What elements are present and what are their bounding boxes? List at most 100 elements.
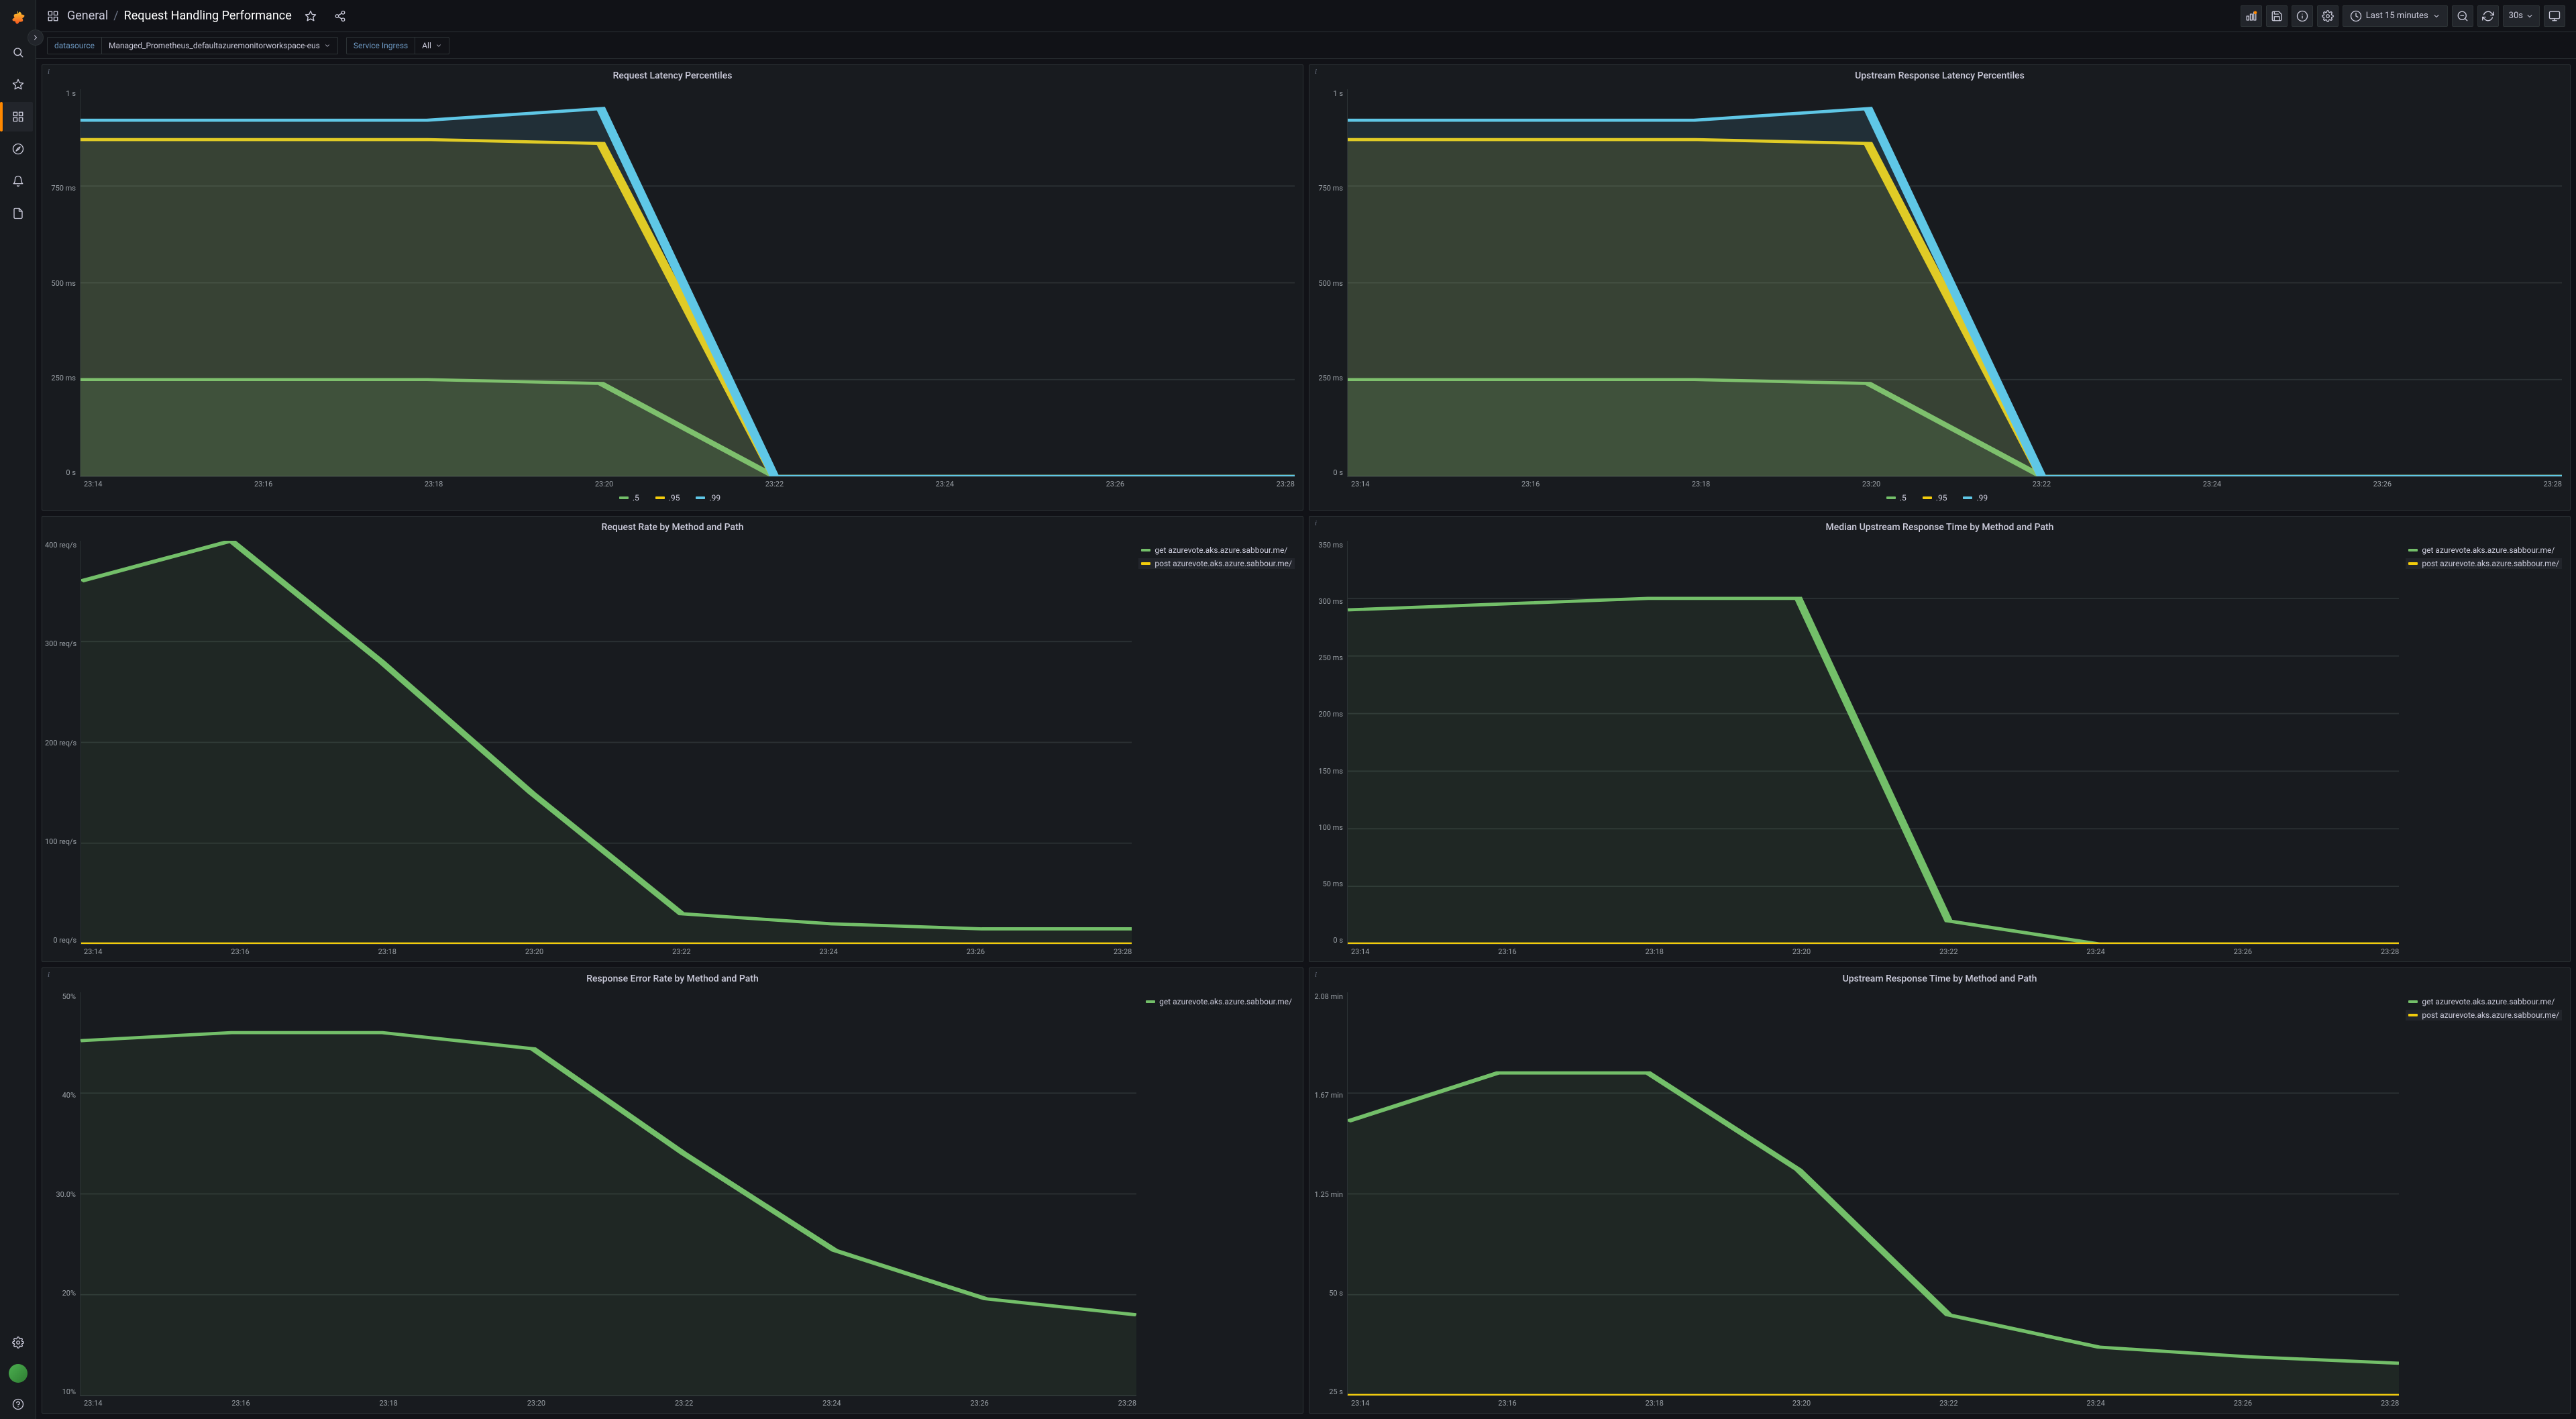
refresh-interval-picker[interactable]: 30s (2503, 5, 2540, 27)
panel-title[interactable]: Request Rate by Method and Path (42, 517, 1303, 538)
nav-explore[interactable] (3, 134, 33, 164)
legend-item[interactable]: .99 (693, 492, 723, 503)
panel-body: 400 req/s300 req/s200 req/s100 req/s0 re… (42, 538, 1303, 961)
legend-item[interactable]: .99 (1960, 492, 1990, 503)
var-datasource-label: datasource (47, 37, 101, 54)
legend-item[interactable]: get azurevote.aks.azure.sabbour.me/ (2406, 996, 2562, 1007)
legend: get azurevote.aks.azure.sabbour.me/ (1136, 992, 1295, 1408)
legend-item[interactable]: get azurevote.aks.azure.sabbour.me/ (1138, 545, 1295, 556)
add-panel-button[interactable] (2241, 5, 2262, 27)
y-axis: 1 s750 ms500 ms250 ms0 s (45, 89, 80, 477)
plot-area[interactable] (80, 89, 1295, 477)
x-axis: 23:1423:1623:1823:2023:2223:2423:2623:28 (45, 945, 1132, 956)
plot-area[interactable] (1347, 89, 2562, 477)
star-dashboard-button[interactable] (300, 5, 321, 27)
chevron-down-icon (2526, 12, 2534, 20)
time-range-label: Last 15 minutes (2366, 11, 2428, 21)
legend-item[interactable]: .5 (616, 492, 642, 503)
legend-item[interactable]: .95 (653, 492, 683, 503)
plot-area[interactable] (80, 992, 1136, 1396)
refresh-interval-label: 30s (2509, 11, 2523, 21)
plot-area[interactable] (1347, 541, 2399, 945)
plot-area[interactable] (1347, 992, 2399, 1396)
nav-configuration[interactable] (3, 1328, 33, 1357)
y-axis: 2.08 min1.67 min1.25 min50 s25 s (1312, 992, 1347, 1396)
panel-info-icon[interactable]: i (1315, 68, 1317, 76)
chevron-down-icon (2432, 12, 2440, 20)
var-ingress-label: Service Ingress (346, 37, 415, 54)
legend-item[interactable]: get azurevote.aks.azure.sabbour.me/ (1143, 996, 1295, 1007)
grafana-logo[interactable] (7, 8, 29, 30)
dashboard-insights-button[interactable] (2292, 5, 2313, 27)
breadcrumb-folder[interactable]: General (67, 9, 108, 23)
y-axis: 350 ms300 ms250 ms200 ms150 ms100 ms50 m… (1312, 541, 1347, 945)
panel-body: 1 s750 ms500 ms250 ms0 s23:1423:1623:182… (1309, 87, 2570, 510)
chevron-down-icon (324, 42, 331, 49)
panel-info-icon[interactable]: i (1315, 519, 1317, 527)
header: General / Request Handling Performance L… (36, 0, 2576, 32)
panel-upstream_latency_percentiles: iUpstream Response Latency Percentiles1 … (1309, 64, 2571, 511)
panel-title[interactable]: Request Latency Percentiles (42, 65, 1303, 87)
chevron-down-icon (435, 42, 442, 49)
breadcrumb-separator: / (113, 9, 118, 23)
nav-dashboards[interactable] (3, 102, 33, 132)
panel-title[interactable]: Upstream Response Latency Percentiles (1309, 65, 2570, 87)
dashboard-settings-button[interactable] (2317, 5, 2339, 27)
y-axis: 400 req/s300 req/s200 req/s100 req/s0 re… (45, 541, 80, 945)
legend-item[interactable]: post azurevote.aks.azure.sabbour.me/ (2406, 558, 2562, 569)
x-axis: 23:1423:1623:1823:2023:2223:2423:2623:28 (1312, 945, 2399, 956)
panel-upstream_rt: iUpstream Response Time by Method and Pa… (1309, 967, 2571, 1414)
nav-starred[interactable] (3, 70, 33, 99)
x-axis: 23:1423:1623:1823:2023:2223:2423:2623:28 (1312, 477, 2562, 488)
y-axis: 1 s750 ms500 ms250 ms0 s (1312, 89, 1347, 477)
x-axis: 23:1423:1623:1823:2023:2223:2423:2623:28 (45, 477, 1295, 488)
nav-search[interactable] (3, 38, 33, 67)
x-axis: 23:1423:1623:1823:2023:2223:2423:2623:28 (1312, 1396, 2399, 1408)
legend-item[interactable]: post azurevote.aks.azure.sabbour.me/ (1138, 558, 1295, 569)
panel-error_rate: iResponse Error Rate by Method and Path5… (42, 967, 1303, 1414)
user-avatar[interactable] (9, 1364, 28, 1383)
legend-item[interactable]: post azurevote.aks.azure.sabbour.me/ (2406, 1010, 2562, 1020)
zoom-out-button[interactable] (2452, 5, 2473, 27)
legend-item[interactable]: .5 (1884, 492, 1909, 503)
breadcrumb-title: Request Handling Performance (124, 9, 292, 23)
plot-area[interactable] (80, 541, 1132, 945)
expand-sidebar-button[interactable] (28, 30, 44, 46)
panel-title[interactable]: Response Error Rate by Method and Path (42, 968, 1303, 990)
panel-request_latency_percentiles: iRequest Latency Percentiles1 s750 ms500… (42, 64, 1303, 511)
legend: get azurevote.aks.azure.sabbour.me/post … (2399, 541, 2562, 956)
sidebar (0, 0, 36, 1419)
legend: get azurevote.aks.azure.sabbour.me/post … (2399, 992, 2562, 1408)
legend: get azurevote.aks.azure.sabbour.me/post … (1132, 541, 1295, 956)
x-axis: 23:1423:1623:1823:2023:2223:2423:2623:28 (45, 1396, 1136, 1408)
var-datasource-select[interactable]: Managed_Prometheus_defaultazuremonitorwo… (101, 37, 338, 54)
panel-title[interactable]: Upstream Response Time by Method and Pat… (1309, 968, 2570, 990)
panel-median_upstream_rt: iMedian Upstream Response Time by Method… (1309, 516, 2571, 962)
template-variables-row: datasource Managed_Prometheus_defaultazu… (36, 32, 2576, 59)
legend-item[interactable]: get azurevote.aks.azure.sabbour.me/ (2406, 545, 2562, 556)
clock-icon (2350, 10, 2362, 22)
panel-body: 2.08 min1.67 min1.25 min50 s25 s23:1423:… (1309, 990, 2570, 1413)
breadcrumb: General / Request Handling Performance (67, 9, 292, 23)
legend: .5 .95 .99 (45, 488, 1295, 505)
share-dashboard-button[interactable] (329, 5, 351, 27)
nav-help[interactable] (3, 1389, 33, 1419)
time-range-picker[interactable]: Last 15 minutes (2343, 5, 2448, 27)
refresh-button[interactable] (2477, 5, 2499, 27)
panel-info-icon[interactable]: i (48, 68, 50, 76)
panel-info-icon[interactable]: i (1315, 971, 1317, 979)
nav-alerting[interactable] (3, 166, 33, 196)
panel-body: 350 ms300 ms250 ms200 ms150 ms100 ms50 m… (1309, 538, 2570, 961)
y-axis: 50%40%30.0%20%10% (45, 992, 80, 1396)
panel-body: 50%40%30.0%20%10%23:1423:1623:1823:2023:… (42, 990, 1303, 1413)
panel-title[interactable]: Median Upstream Response Time by Method … (1309, 517, 2570, 538)
dashboards-icon (47, 10, 59, 22)
panel-body: 1 s750 ms500 ms250 ms0 s23:1423:1623:182… (42, 87, 1303, 510)
legend-item[interactable]: .95 (1920, 492, 1950, 503)
panel-info-icon[interactable]: i (48, 971, 50, 979)
legend: .5 .95 .99 (1312, 488, 2562, 505)
var-ingress-select[interactable]: All (415, 37, 449, 54)
cycle-view-mode-button[interactable] (2544, 5, 2565, 27)
save-dashboard-button[interactable] (2266, 5, 2288, 27)
nav-pages[interactable] (3, 199, 33, 228)
